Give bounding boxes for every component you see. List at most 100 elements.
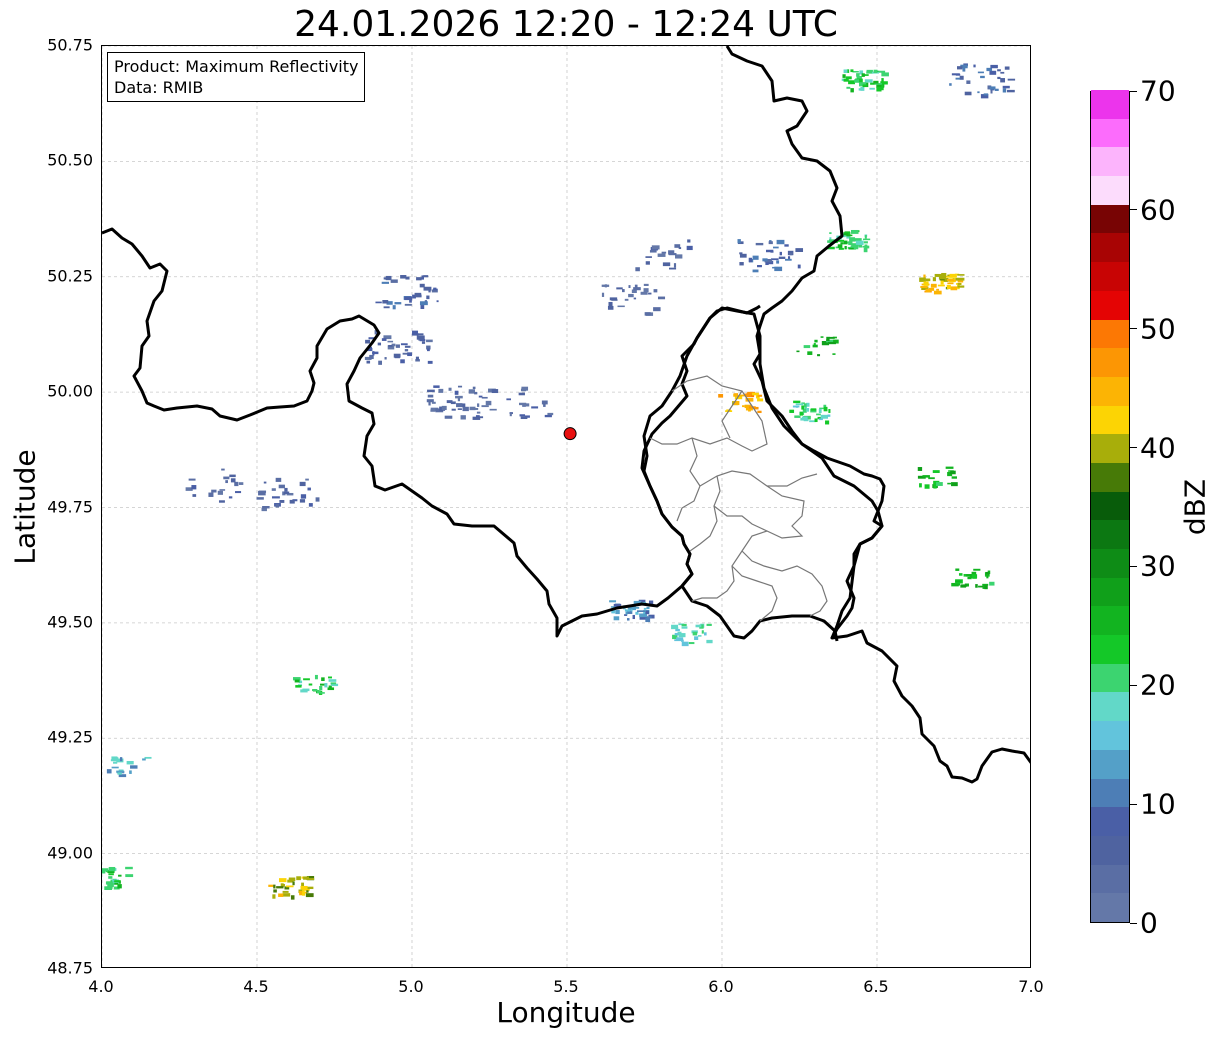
echo-pixel xyxy=(694,636,699,641)
echo-pixel xyxy=(949,83,952,86)
echo-pixel xyxy=(933,290,942,295)
echo-pixel xyxy=(520,416,528,420)
echo-pixel xyxy=(300,885,308,890)
echo-pixel xyxy=(327,687,335,691)
echo-pixel xyxy=(462,406,469,412)
echo-pixel xyxy=(678,633,686,638)
echo-pixel xyxy=(319,686,323,691)
echo-pixel xyxy=(628,293,634,298)
echo-pixel xyxy=(404,349,409,352)
product-line: Product: Maximum Reflectivity xyxy=(114,57,359,76)
echo-pixel xyxy=(846,234,853,237)
echo-pixel xyxy=(718,394,724,398)
echo-pixel xyxy=(506,398,512,401)
echo-pixel xyxy=(848,80,855,85)
colorbar-tick-label: 40 xyxy=(1140,431,1176,465)
colorbar-tick-mark xyxy=(1130,447,1137,449)
gridlines xyxy=(102,46,1030,967)
echo-pixel xyxy=(428,290,431,293)
echo-pixel xyxy=(928,477,935,480)
echo-pixel xyxy=(476,411,481,414)
echo-pixel xyxy=(416,277,422,281)
echo-pixel xyxy=(920,285,928,288)
radar-site xyxy=(563,427,577,441)
echo-pixel xyxy=(427,389,435,393)
echo-pixel xyxy=(1007,89,1015,93)
colorbar-segment xyxy=(1091,864,1129,894)
echo-pixel xyxy=(125,874,134,878)
echo-pixel xyxy=(963,573,966,577)
echo-pixel xyxy=(643,283,649,286)
echo-pixel xyxy=(633,297,637,300)
echo-pixel xyxy=(919,483,922,488)
echo-pixel xyxy=(625,611,628,615)
echo-pixel xyxy=(645,261,650,265)
colorbar-segment xyxy=(1091,347,1129,377)
echo-pixel xyxy=(849,237,856,242)
echo-pixel xyxy=(129,770,132,774)
echo-pixel xyxy=(851,229,859,234)
echo-pixel xyxy=(855,240,864,245)
echo-pixel xyxy=(989,86,996,90)
echo-pixel xyxy=(989,70,997,75)
echo-pixel xyxy=(400,359,405,364)
echo-pixel xyxy=(416,335,425,340)
echo-pixel xyxy=(407,352,413,357)
colorbar-segment xyxy=(1091,806,1129,836)
echo-pixel xyxy=(947,279,955,282)
echo-pixel xyxy=(420,305,425,310)
echo-pixel xyxy=(271,488,276,491)
echo-pixel xyxy=(813,343,816,346)
echo-pixel xyxy=(478,395,483,398)
echo-pixel xyxy=(923,281,929,286)
colorbar-segment xyxy=(1091,462,1129,492)
echo-pixel xyxy=(801,405,804,410)
echo-pixel xyxy=(392,305,396,310)
echo-pixel xyxy=(383,306,390,309)
echo-pixel xyxy=(218,500,225,503)
echo-pixel xyxy=(816,413,821,416)
echo-pixel xyxy=(219,489,226,491)
echo-pixel xyxy=(314,674,318,680)
echo-pixel xyxy=(1000,71,1005,74)
echo-pixel xyxy=(959,75,964,80)
echo-pixel xyxy=(395,344,400,348)
echo-pixel xyxy=(275,503,280,508)
echo-pixel xyxy=(125,866,133,870)
echo-pixel xyxy=(828,409,831,413)
radar-site-marker xyxy=(563,427,577,441)
echo-pixel xyxy=(635,267,640,272)
echo-pixel xyxy=(426,295,430,300)
echo-pixel xyxy=(947,482,953,485)
echo-pixel xyxy=(940,280,944,285)
colorbar-tick-label: 20 xyxy=(1140,668,1176,702)
colorbar-segment xyxy=(1091,204,1129,234)
echo-pixel xyxy=(668,267,677,270)
echo-pixel xyxy=(977,91,980,94)
echo-pixel xyxy=(221,468,225,471)
echo-pixel xyxy=(675,627,679,630)
echo-pixel xyxy=(810,408,817,411)
echo-pixel xyxy=(296,876,301,881)
echo-pixel xyxy=(485,400,492,406)
echo-pixel xyxy=(866,69,873,74)
echo-pixel xyxy=(955,568,960,571)
colorbar-segment xyxy=(1091,605,1129,636)
echo-pixel xyxy=(739,262,744,266)
echo-pixel xyxy=(681,626,688,629)
echo-pixel xyxy=(817,354,821,357)
echo-pixel xyxy=(142,758,146,761)
echo-pixel xyxy=(217,490,223,495)
echo-pixel xyxy=(509,413,512,417)
echo-pixel xyxy=(113,761,118,764)
radar-figure: 24.01.2026 12:20 - 12:24 UTC Product: Ma… xyxy=(0,0,1219,1040)
echo-pixel xyxy=(457,396,461,402)
echo-pixel xyxy=(282,890,289,893)
echo-pixel xyxy=(472,407,479,410)
echo-pixel xyxy=(472,386,476,390)
echo-pixel xyxy=(192,494,197,497)
colorbar-tick-label: 70 xyxy=(1140,74,1176,108)
echo-pixel xyxy=(961,584,968,587)
echo-pixel xyxy=(695,624,702,628)
colorbar-segment xyxy=(1091,749,1129,779)
